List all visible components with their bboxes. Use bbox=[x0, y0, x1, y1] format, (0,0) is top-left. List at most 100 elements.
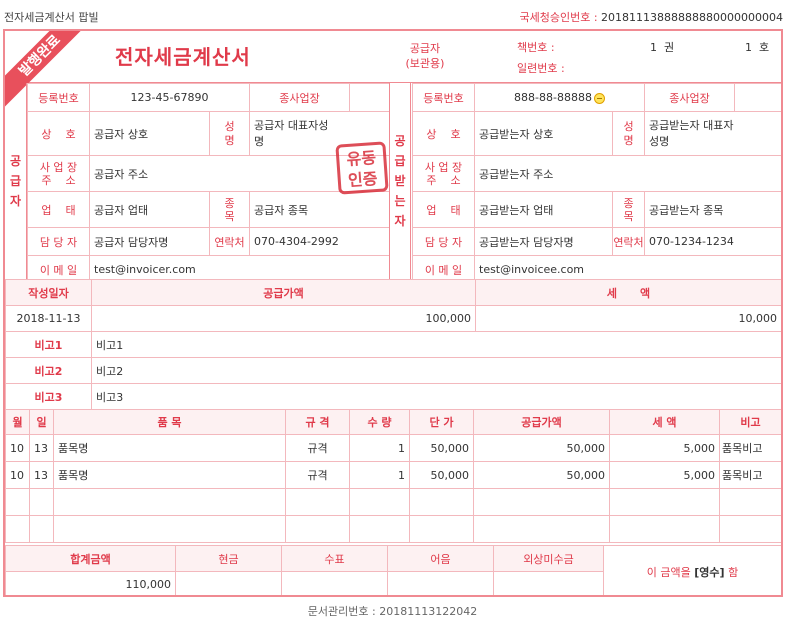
supplier-contact-label: 담 당 자 bbox=[27, 227, 90, 256]
supply-header: 공급가액 bbox=[91, 279, 476, 306]
date-header: 작성일자 bbox=[5, 279, 92, 306]
supplier-contact-name: 공급자 담당자명 bbox=[89, 227, 210, 256]
table-row: 10 13 품목명 규격 1 50,000 50,000 5,000 품목비고 bbox=[5, 461, 781, 489]
item-spec: 규격 bbox=[285, 461, 350, 489]
note2-value: 비고2 bbox=[91, 357, 781, 384]
supplier-addr-label: 사 업 장 주 소 bbox=[27, 155, 90, 192]
buyer-biz-item: 공급받는자 종목 bbox=[644, 191, 781, 228]
item-spec bbox=[285, 488, 350, 516]
buyer-side-label: 공 급 받 는 자 bbox=[389, 83, 411, 279]
item-qty bbox=[349, 488, 410, 516]
note3-value: 비고3 bbox=[91, 383, 781, 410]
invoice-title: 전자세금계산서 bbox=[115, 45, 251, 69]
copy-type: 공급자 (보관용) bbox=[405, 42, 445, 70]
item-supply: 50,000 bbox=[473, 461, 610, 489]
total-header: 합계금액 bbox=[5, 545, 176, 572]
buyer-type-label: 업 태 bbox=[412, 191, 475, 228]
buyer-contact-name: 공급받는자 담당자명 bbox=[474, 227, 613, 256]
buyer-tel: 070-1234-1234 bbox=[644, 227, 781, 256]
verified-coin-icon[interactable] bbox=[593, 92, 605, 104]
issue-date: 2018-11-13 bbox=[5, 305, 92, 332]
item-qty: 1 bbox=[349, 434, 410, 462]
tax-amount: 10,000 bbox=[475, 305, 781, 332]
item-qty: 1 bbox=[349, 461, 410, 489]
buyer-item-label: 종 목 bbox=[612, 191, 645, 228]
item-month: 10 bbox=[5, 461, 30, 489]
item-remark: 품목비고 bbox=[719, 461, 781, 489]
col-day: 일 bbox=[29, 409, 54, 435]
buyer-table: 등록번호 888-88-88888 종사업장 상 호 공급받는자 상호 성 명 … bbox=[412, 83, 781, 284]
item-supply bbox=[473, 515, 610, 543]
bill-header: 어음 bbox=[387, 545, 494, 572]
invoice-header: 발행완료 전자세금계산서 공급자 (보관용) 책번호 : 일련번호 : 1 권 … bbox=[5, 31, 781, 117]
notes-table: 비고1 비고1 비고2 비고2 비고3 비고3 bbox=[5, 331, 781, 410]
supplier-reg-no: 123-45-67890 bbox=[89, 83, 250, 112]
item-spec: 규격 bbox=[285, 434, 350, 462]
bill-amount bbox=[387, 571, 494, 595]
party-section: 공 급 자 등록번호 123-45-67890 종사업장 상 호 공급자 상호 … bbox=[5, 83, 781, 284]
item-name bbox=[53, 488, 286, 516]
item-name bbox=[53, 515, 286, 543]
supplier-branch-no bbox=[349, 83, 390, 112]
window-title: 전자세금계산서 팝빌 bbox=[4, 11, 99, 24]
supplier-company: 공급자 상호 bbox=[89, 111, 210, 156]
buyer-rep-name: 공급받는자 대표자 성명 bbox=[644, 111, 781, 156]
invoice-frame: 발행완료 전자세금계산서 공급자 (보관용) 책번호 : 일련번호 : 1 권 … bbox=[3, 29, 783, 597]
col-month: 월 bbox=[5, 409, 30, 435]
note2-label: 비고2 bbox=[5, 357, 92, 384]
item-remark: 품목비고 bbox=[719, 434, 781, 462]
statement-post: 함 bbox=[724, 565, 739, 579]
item-day bbox=[29, 515, 54, 543]
item-month: 10 bbox=[5, 434, 30, 462]
item-tax: 5,000 bbox=[609, 434, 720, 462]
col-spec: 규 격 bbox=[285, 409, 350, 435]
item-day: 13 bbox=[29, 461, 54, 489]
serial-number-label: 일련번호 : bbox=[517, 62, 565, 75]
approval-number: 국세청승인번호 : 20181113888888880000000004 bbox=[519, 9, 783, 25]
item-day bbox=[29, 488, 54, 516]
item-name: 품목명 bbox=[53, 434, 286, 462]
cash-amount bbox=[175, 571, 282, 595]
statement-pre: 이 금액을 bbox=[646, 565, 695, 579]
supplier-side-label: 공 급 자 bbox=[5, 83, 27, 279]
credit-header: 외상미수금 bbox=[493, 545, 604, 572]
supplier-biz-type: 공급자 업태 bbox=[89, 191, 210, 228]
item-month bbox=[5, 515, 30, 543]
receipt-statement: 이 금액을 [영수] 함 bbox=[603, 545, 781, 595]
buyer-biz-type: 공급받는자 업태 bbox=[474, 191, 613, 228]
col-remark: 비고 bbox=[719, 409, 781, 435]
item-remark bbox=[719, 488, 781, 516]
buyer-address: 공급받는자 주소 bbox=[474, 155, 781, 192]
note1-value: 비고1 bbox=[91, 331, 781, 358]
buyer-name-label: 상 호 bbox=[412, 111, 475, 156]
item-unit: 50,000 bbox=[409, 461, 474, 489]
col-supply: 공급가액 bbox=[473, 409, 610, 435]
buyer-tel-label: 연락처 bbox=[612, 227, 645, 256]
item-remark bbox=[719, 515, 781, 543]
summary-table: 합계금액 현금 수표 어음 외상미수금 이 금액을 [영수] 함 110,000 bbox=[5, 545, 781, 595]
buyer-contact-label: 담 당 자 bbox=[412, 227, 475, 256]
approval-value: 20181113888888880000000004 bbox=[601, 11, 783, 24]
book-ho: 1 호 bbox=[745, 41, 770, 54]
item-qty bbox=[349, 515, 410, 543]
supplier-name-label: 상 호 bbox=[27, 111, 90, 156]
approval-label: 국세청승인번호 : bbox=[519, 11, 602, 24]
check-header: 수표 bbox=[281, 545, 388, 572]
supplier-type-label: 업 태 bbox=[27, 191, 90, 228]
buyer-reg-no: 888-88-88888 bbox=[514, 91, 592, 104]
col-tax: 세 액 bbox=[609, 409, 720, 435]
buyer-branch-no bbox=[734, 83, 781, 112]
amount-table: 작성일자 공급가액 세 액 2018-11-13 100,000 10,000 bbox=[5, 279, 781, 332]
total-amount: 110,000 bbox=[5, 571, 176, 595]
item-unit bbox=[409, 488, 474, 516]
supplier-tel-label: 연락처 bbox=[209, 227, 250, 256]
item-month bbox=[5, 488, 30, 516]
item-unit bbox=[409, 515, 474, 543]
buyer-branch-label: 종사업장 bbox=[644, 83, 735, 112]
buyer-addr-label: 사 업 장 주 소 bbox=[412, 155, 475, 192]
tax-header: 세 액 bbox=[475, 279, 781, 306]
seal-stamp: 유동 인증 bbox=[335, 141, 389, 195]
top-bar: 전자세금계산서 팝빌 국세청승인번호 : 2018111388888888000… bbox=[0, 0, 785, 28]
book-number-label: 책번호 : bbox=[517, 41, 555, 54]
buyer-rep-label: 성 명 bbox=[612, 111, 645, 156]
